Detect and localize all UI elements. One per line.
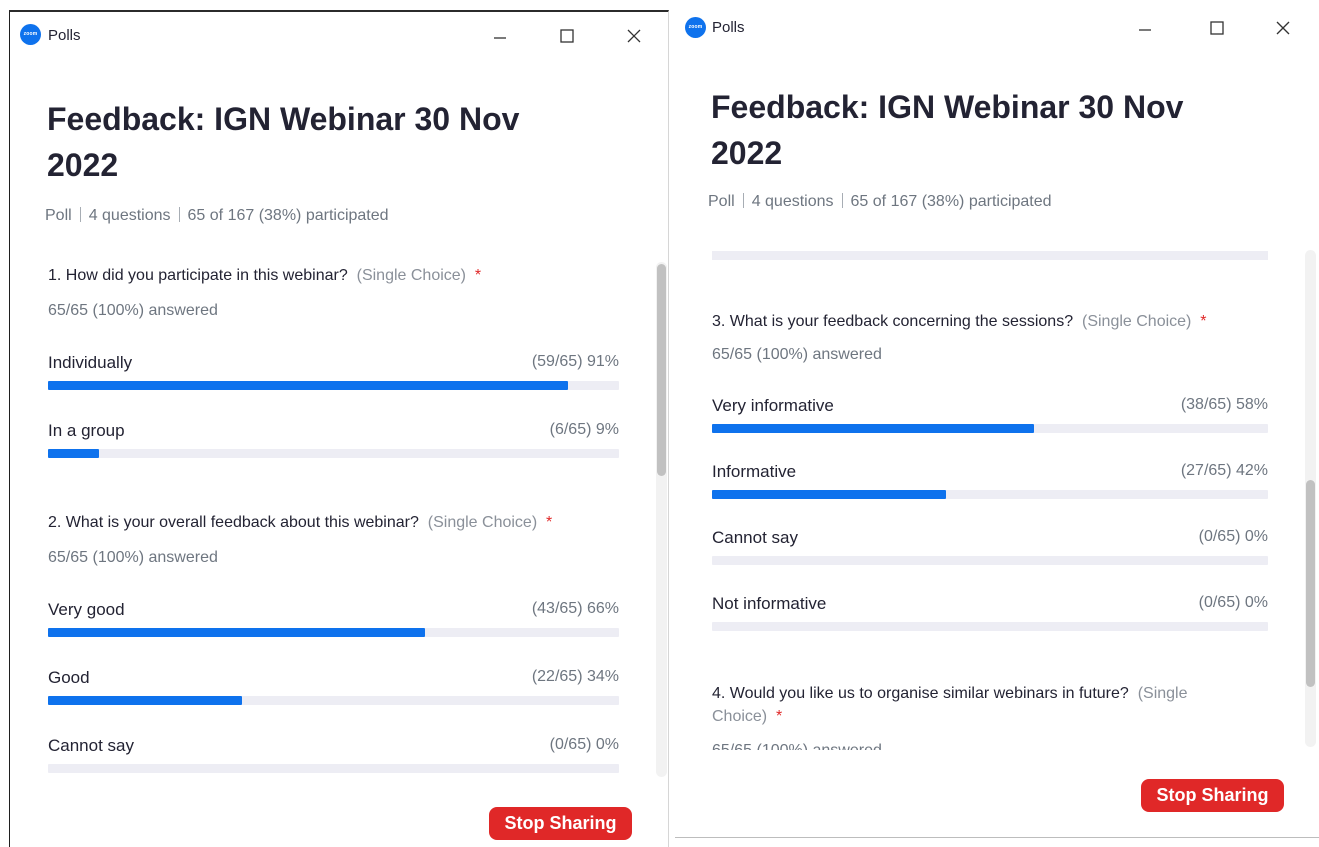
answered-count: 65/65 (100%) answered [712,742,1248,750]
option-label: Good [48,668,90,687]
zoom-app-icon: zoom [20,24,41,45]
stop-sharing-button[interactable]: Stop Sharing [489,807,632,840]
window-title: Polls [48,27,81,44]
option-row: Cannot say (0/65) 0% [48,736,619,774]
poll-title-line2: 2022 [711,135,783,171]
scrollbar[interactable] [1305,250,1316,747]
answered-count: 65/65 (100%) answered [48,302,218,319]
poll-type: Poll [45,207,72,224]
screen-edge [0,0,669,10]
close-icon[interactable] [620,22,648,50]
minimize-icon[interactable] [486,22,514,50]
poll-title-line1: Feedback: IGN Webinar 30 Nov [711,89,1184,125]
results-scroll-area[interactable]: 1. How did you participate in this webin… [48,262,619,774]
results-scroll-area[interactable]: 3. What is your feedback concerning the … [712,250,1268,750]
option-label: Cannot say [712,528,798,547]
polls-window-left: zoom Polls Feedback: IGN Webinar 30 Nov … [9,10,669,847]
option-label: Not informative [712,594,827,613]
result-bar-track [712,424,1268,433]
minimize-icon[interactable] [1131,14,1159,42]
result-bar-track [48,696,619,705]
poll-question-count: 4 questions [88,207,171,224]
title-bar[interactable]: zoom Polls [10,12,668,58]
question-text: 4. Would you like us to organise similar… [712,685,1188,725]
maximize-icon[interactable] [1203,14,1231,42]
option-label: In a group [48,421,125,440]
poll-participation: 65 of 167 (38%) participated [187,207,389,224]
result-bar-track [48,764,619,773]
result-bar [48,696,243,705]
option-row: Not informative (0/65) 0% [712,594,1268,642]
option-count: (38/65) 58% [1180,396,1268,413]
stop-sharing-button[interactable]: Stop Sharing [1141,779,1284,812]
option-row: Very informative (38/65) 58% [712,396,1268,444]
result-bar-track [48,628,619,637]
option-label: Very good [48,600,125,619]
question-text: 2. What is your overall feedback about t… [48,514,553,531]
scrollbar-thumb[interactable] [657,264,666,476]
option-row: Cannot say (0/65) 0% [712,528,1268,576]
result-bar [48,628,425,637]
poll-meta: Poll 4 questions 65 of 167 (38%) participa… [45,207,389,225]
option-count: (6/65) 9% [549,421,619,438]
option-label: Individually [48,353,133,372]
question-text: 1. How did you participate in this webin… [48,267,482,284]
title-bar[interactable]: zoom Polls [675,0,1319,46]
question-1: 1. How did you participate in this webin… [48,264,619,320]
option-row: Informative (27/65) 42% [712,462,1268,510]
result-bar [712,490,946,499]
polls-window-right: zoom Polls Feedback: IGN Webinar 30 Nov … [675,0,1319,838]
result-bar [48,449,100,458]
scrollbar[interactable] [656,262,667,777]
question-2: 2. What is your overall feedback about t… [48,511,619,567]
option-row: In a group (6/65) 9% [48,421,619,469]
result-bar-track [712,622,1268,631]
result-bar-track [712,556,1268,565]
result-bar-track [48,381,619,390]
result-bar-track [712,490,1268,499]
scrollbar-thumb[interactable] [1306,480,1315,687]
answered-count: 65/65 (100%) answered [712,346,882,363]
zoom-app-icon: zoom [685,17,706,38]
question-3: 3. What is your feedback concerning the … [712,310,1268,364]
question-4: 4. Would you like us to organise similar… [712,682,1248,750]
window-title: Polls [712,19,745,36]
option-row: Individually (59/65) 91% [48,353,619,401]
maximize-icon[interactable] [553,22,581,50]
poll-title-line2: 2022 [47,147,119,183]
result-bar [48,381,568,390]
poll-question-count: 4 questions [751,193,834,210]
answered-count: 65/65 (100%) answered [48,549,218,566]
option-row: Good (22/65) 34% [48,668,619,716]
option-count: (59/65) 91% [531,353,619,370]
option-label: Very informative [712,396,834,415]
option-count: (27/65) 42% [1180,462,1268,479]
poll-meta: Poll 4 questions 65 of 167 (38%) participa… [708,193,1052,211]
option-count: (43/65) 66% [531,600,619,617]
option-count: (0/65) 0% [549,736,619,753]
option-count: (0/65) 0% [1198,528,1268,545]
option-row: Very good (43/65) 66% [48,600,619,648]
poll-title-line1: Feedback: IGN Webinar 30 Nov [47,101,520,137]
section-divider [712,251,1268,260]
option-label: Informative [712,462,797,481]
close-icon[interactable] [1269,14,1297,42]
result-bar-track [48,449,619,458]
option-count: (22/65) 34% [531,668,619,685]
option-count: (0/65) 0% [1198,594,1268,611]
option-label: Cannot say [48,736,134,755]
result-bar [712,424,1035,433]
poll-participation: 65 of 167 (38%) participated [850,193,1052,210]
poll-type: Poll [708,193,735,210]
question-text: 3. What is your feedback concerning the … [712,313,1207,330]
